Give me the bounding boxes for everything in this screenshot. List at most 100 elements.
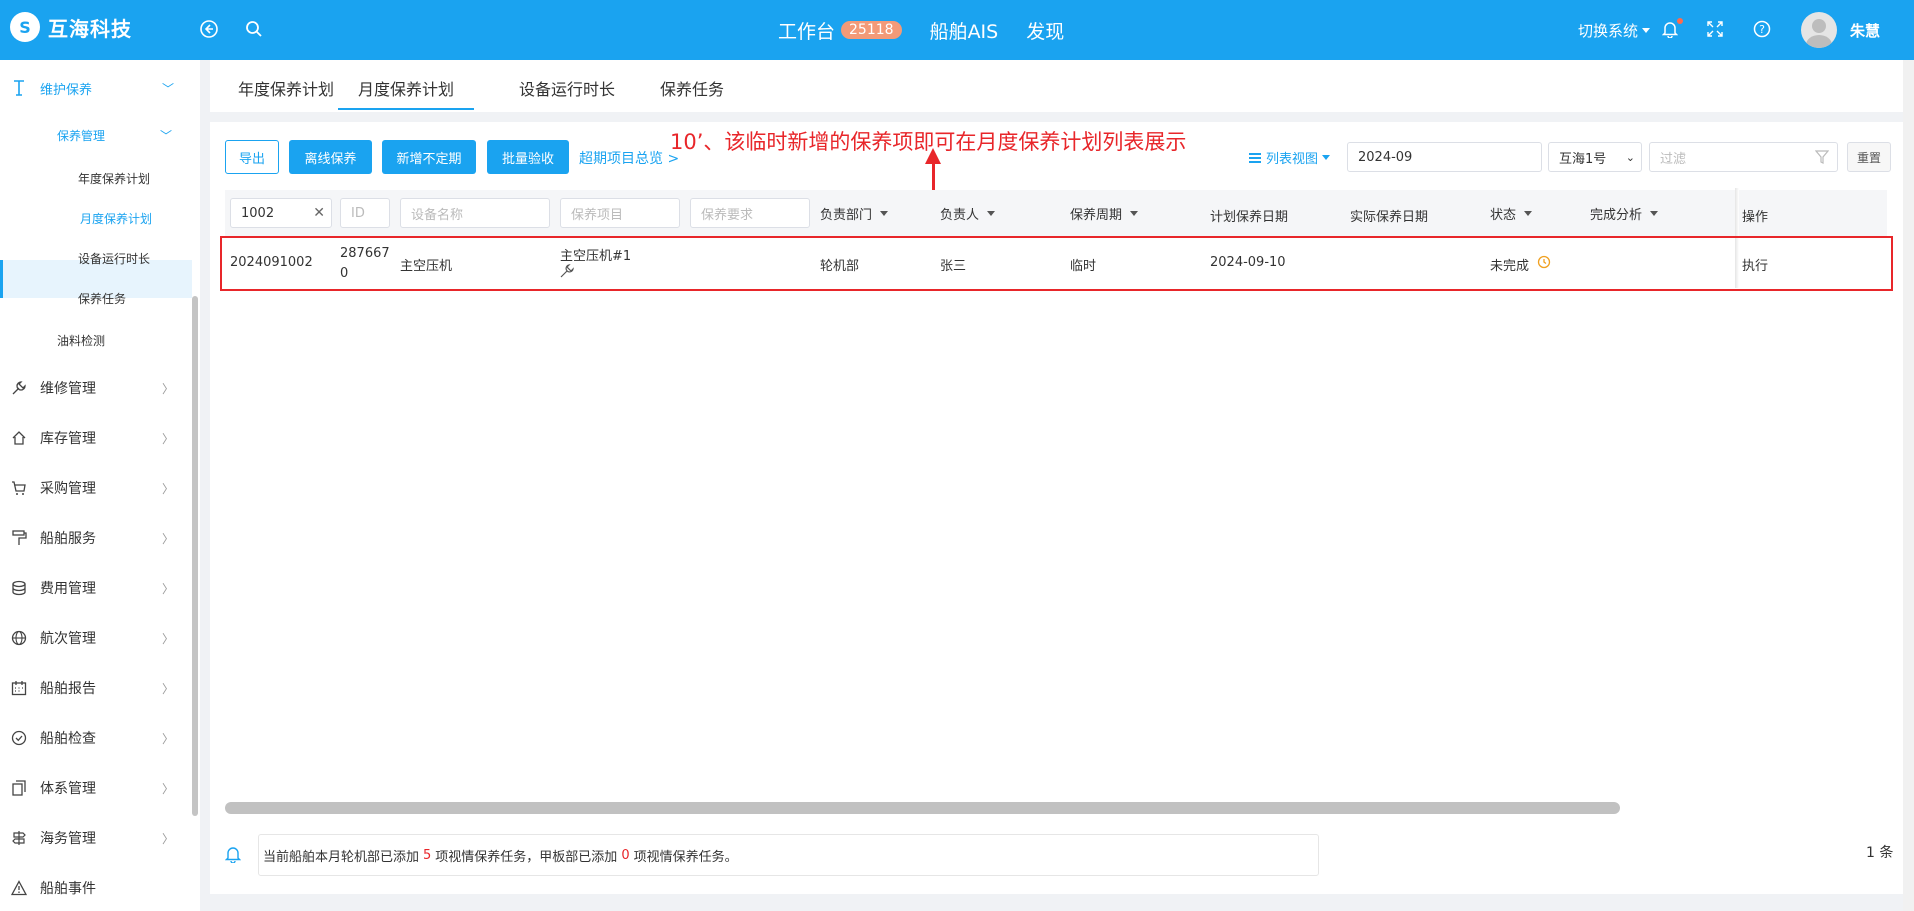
nav-workbench-label: 工作台 — [778, 20, 836, 43]
avatar[interactable] — [1801, 12, 1837, 48]
nav-workbench[interactable]: 工作台 25118 — [778, 17, 902, 44]
clear-icon[interactable]: ✕ — [313, 205, 325, 221]
sidebar-item-maintenance-mgmt[interactable]: 保养管理 ﹀ — [0, 123, 190, 147]
signpost-icon — [10, 829, 28, 847]
nav-ship-ais[interactable]: 船舶AIS — [930, 17, 999, 44]
batch-accept-button[interactable]: 批量验收 — [487, 140, 569, 174]
list-icon — [1249, 152, 1261, 163]
check-circle-icon — [10, 729, 28, 747]
fullscreen-icon[interactable] — [1705, 19, 1725, 39]
sidebar-item-runtime[interactable]: 设备运行时长 — [78, 250, 150, 267]
nav-discover-label: 发现 — [1026, 20, 1065, 43]
equipment-filter-input[interactable]: 设备名称 — [400, 198, 550, 228]
sidebar-item-oil-test[interactable]: 油料检测 — [57, 332, 105, 349]
offline-maintenance-button[interactable]: 离线保养 — [289, 140, 372, 174]
help-icon[interactable]: ? — [1752, 19, 1772, 39]
sidebar-item-label: 船舶服务 — [40, 531, 96, 547]
sidebar-item-voyage[interactable]: 航次管理 〉 — [0, 626, 190, 650]
column-header-cycle[interactable]: 保养周期 — [1070, 204, 1139, 223]
view-selector[interactable]: 列表视图 — [1248, 148, 1331, 167]
cell-department: 轮机部 — [820, 259, 860, 274]
overdue-overview-link[interactable]: 超期项目总览 > — [579, 148, 679, 168]
horizontal-scrollbar[interactable] — [225, 802, 1620, 814]
id-filter-input[interactable]: ID — [340, 198, 390, 228]
table-row[interactable] — [220, 236, 1893, 291]
month-picker[interactable]: 2024-09 — [1347, 142, 1542, 172]
username[interactable]: 朱慧 — [1850, 20, 1880, 41]
column-header-label: 负责部门 — [820, 208, 873, 223]
sidebar-item-label: 维修管理 — [40, 381, 96, 397]
clock-icon — [1537, 255, 1551, 273]
engine-count: 5 — [423, 847, 432, 863]
sidebar-scrollbar[interactable] — [192, 296, 198, 816]
code-filter-input[interactable]: 1002 ✕ — [230, 198, 332, 228]
nav-discover[interactable]: 发现 — [1026, 17, 1064, 44]
sidebar-item-expense[interactable]: 费用管理 〉 — [0, 576, 190, 600]
add-irregular-button[interactable]: 新增不定期 — [382, 140, 476, 174]
bell-icon[interactable] — [1660, 18, 1683, 40]
sidebar-item-inventory[interactable]: 库存管理 〉 — [0, 426, 190, 450]
tab-monthly-plan[interactable]: 月度保养计划 — [338, 60, 475, 110]
sidebar-item-system-mgmt[interactable]: 体系管理 〉 — [0, 776, 190, 800]
chevron-down-icon — [1322, 155, 1331, 160]
workbench-badge: 25118 — [841, 21, 902, 39]
switch-system-dropdown[interactable]: 切换系统 — [1578, 20, 1651, 41]
column-header-owner[interactable]: 负责人 — [940, 204, 996, 223]
sidebar-item-ship-inspection[interactable]: 船舶检查 〉 — [0, 726, 190, 750]
coins-icon — [10, 579, 28, 597]
column-header-analysis[interactable]: 完成分析 — [1590, 204, 1659, 223]
item-filter-input[interactable]: 保养项目 — [560, 198, 680, 228]
sidebar-item-repair[interactable]: 维修管理 〉 — [0, 376, 190, 400]
logo-icon: S — [10, 12, 40, 42]
code-filter-value: 1002 — [241, 205, 275, 221]
total-count: 1 条 — [1866, 845, 1894, 861]
cell-equipment: 主空压机 — [400, 259, 453, 274]
sidebar-item-ship-service[interactable]: 船舶服务 〉 — [0, 526, 190, 550]
execute-link[interactable]: 执行 — [1742, 255, 1768, 274]
chevron-right-icon: 〉 — [162, 781, 175, 796]
svg-text:?: ? — [1759, 23, 1765, 36]
caret-down-icon — [1524, 211, 1533, 216]
column-header-label: 操作 — [1742, 210, 1769, 225]
column-header-status[interactable]: 状态 — [1490, 204, 1533, 223]
sidebar-item-maintenance-task[interactable]: 保养任务 — [78, 290, 126, 307]
cell-id-line2: 0 — [340, 266, 349, 281]
table-header: 1002 ✕ ID 设备名称 保养项目 保养要求 负责部门 负责人 保养周期 计… — [225, 190, 1887, 236]
export-button[interactable]: 导出 — [225, 140, 279, 174]
chevron-down-icon: ﹀ — [160, 128, 173, 143]
sidebar-item-ship-report[interactable]: 船舶报告 〉 — [0, 676, 190, 700]
sidebar-item-maintenance[interactable]: 维护保养 ﹀ — [0, 76, 190, 100]
sidebar-item-label: 船舶事件 — [40, 881, 96, 897]
view-selector-label: 列表视图 — [1266, 152, 1319, 167]
home-icon — [10, 429, 28, 447]
globe-icon — [10, 629, 28, 647]
tab-runtime[interactable]: 设备运行时长 — [519, 60, 615, 110]
sidebar-item-annual-plan[interactable]: 年度保养计划 — [78, 170, 150, 187]
sidebar-item-label: 航次管理 — [40, 631, 96, 647]
cell-id-line1: 287667 — [340, 246, 390, 261]
sidebar-item-label: 船舶检查 — [40, 731, 96, 747]
collapse-menu-icon[interactable] — [198, 18, 220, 40]
chevron-right-icon: 〉 — [162, 681, 175, 696]
sidebar-item-monthly-plan[interactable]: 月度保养计划 — [80, 210, 152, 227]
page-scrollbar[interactable] — [1903, 60, 1914, 911]
tab-maintenance-task[interactable]: 保养任务 — [660, 60, 724, 110]
search-icon[interactable] — [243, 18, 265, 40]
reset-button[interactable]: 重置 — [1847, 142, 1891, 172]
column-header-department[interactable]: 负责部门 — [820, 204, 889, 223]
chevron-right-icon: 〉 — [162, 431, 175, 446]
paint-roller-icon — [10, 529, 28, 547]
app-logo[interactable]: S 互海科技 — [10, 12, 132, 42]
sidebar-item-ship-event[interactable]: 船舶事件 — [0, 876, 190, 900]
sidebar-item-marine-affairs[interactable]: 海务管理 〉 — [0, 826, 190, 850]
requirement-filter-input[interactable]: 保养要求 — [690, 198, 810, 228]
caret-down-icon — [880, 211, 889, 216]
tab-annual-plan[interactable]: 年度保养计划 — [238, 60, 334, 110]
caret-down-icon — [1130, 211, 1139, 216]
ship-select[interactable]: 互海1号 ⌄ — [1548, 142, 1642, 172]
chevron-right-icon: 〉 — [162, 831, 175, 846]
filter-input[interactable]: 过滤 — [1649, 142, 1838, 172]
chevron-right-icon: 〉 — [162, 731, 175, 746]
sidebar-item-procurement[interactable]: 采购管理 〉 — [0, 476, 190, 500]
sidebar-item-label: 保养管理 — [57, 128, 106, 143]
